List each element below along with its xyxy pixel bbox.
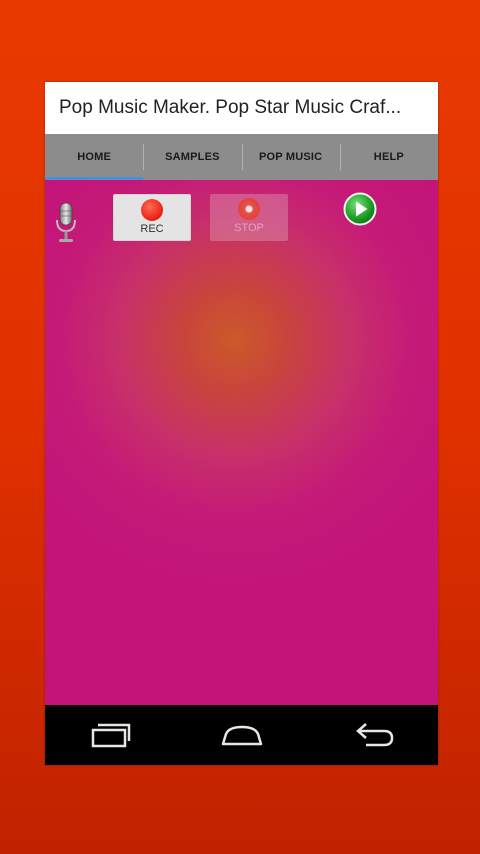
recent-apps-icon — [91, 723, 130, 748]
stop-label: STOP — [234, 222, 264, 234]
tab-pop-music[interactable]: POP MUSIC — [241, 134, 340, 180]
tab-samples[interactable]: SAMPLES — [143, 134, 241, 180]
recorder-panel: REC STOP — [45, 180, 438, 705]
tab-bar: HOME SAMPLES POP MUSIC HELP — [45, 134, 438, 180]
home-icon — [221, 725, 262, 746]
home-button[interactable] — [212, 715, 272, 755]
record-button[interactable]: REC — [113, 194, 191, 241]
system-navigation-bar — [45, 705, 438, 765]
stop-icon — [238, 198, 260, 220]
stop-button[interactable]: STOP — [210, 194, 288, 241]
tab-help[interactable]: HELP — [339, 134, 438, 180]
app-title-bar: Pop Music Maker. Pop Star Music Craf... — [45, 82, 438, 134]
play-icon[interactable] — [343, 192, 377, 226]
microphone-icon — [56, 202, 76, 242]
record-icon — [141, 199, 163, 221]
back-button[interactable] — [343, 715, 403, 755]
app-title: Pop Music Maker. Pop Star Music Craf... — [59, 97, 402, 118]
record-label: REC — [140, 223, 164, 235]
app-window: Pop Music Maker. Pop Star Music Craf... … — [45, 82, 438, 765]
recent-apps-button[interactable] — [81, 715, 141, 755]
back-icon — [355, 723, 393, 747]
tab-home[interactable]: HOME — [45, 134, 144, 180]
